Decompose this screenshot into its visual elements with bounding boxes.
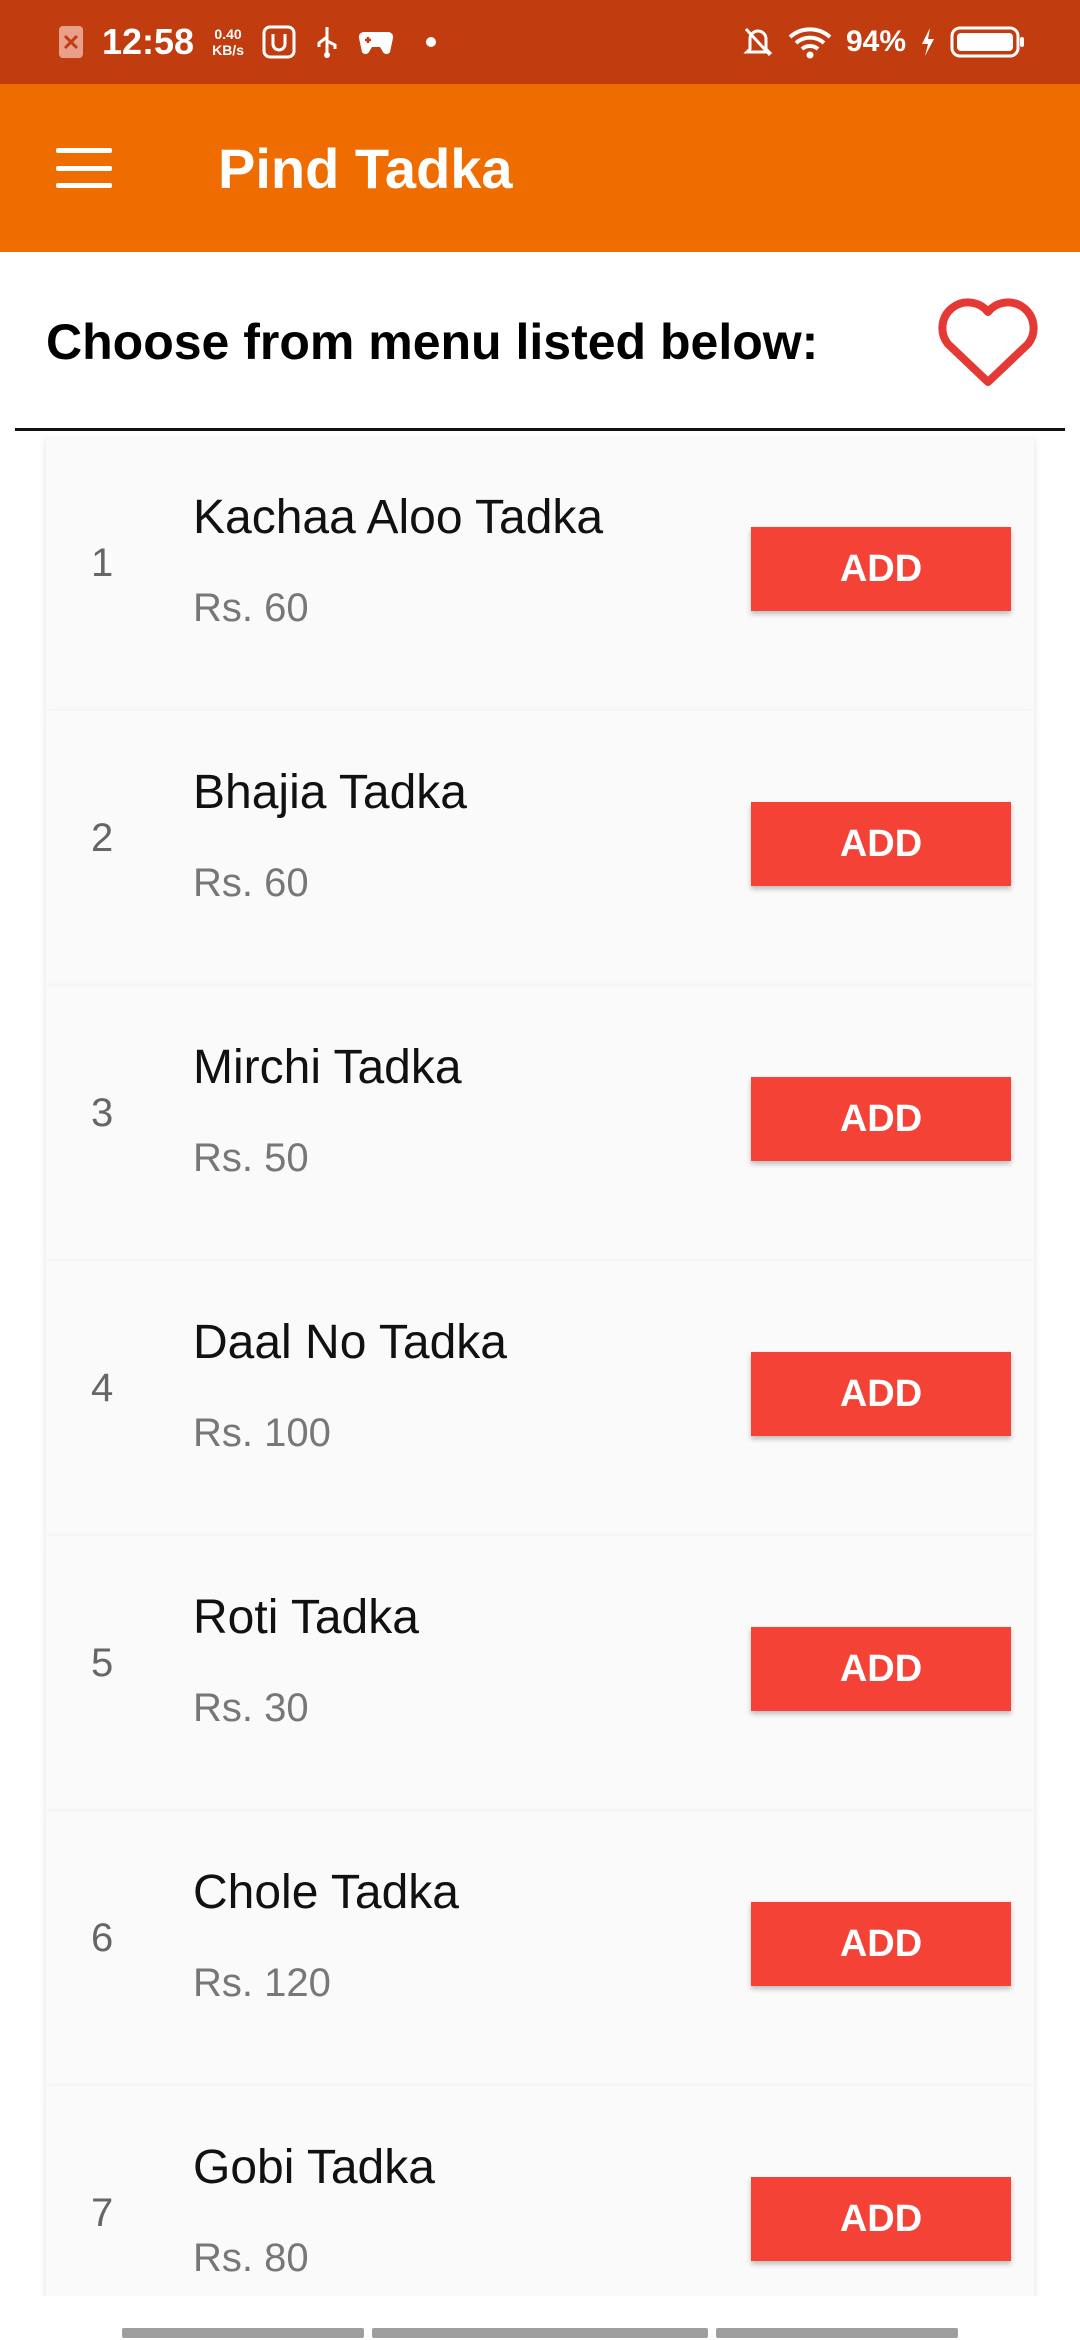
- item-number: 5: [91, 1641, 114, 1685]
- add-button[interactable]: ADD: [751, 1352, 1011, 1436]
- network-speed-value: 0.40: [214, 26, 242, 42]
- bottom-scroll-indicator: [0, 2328, 1080, 2340]
- indicator-segment: [372, 2328, 708, 2338]
- mute-bell-icon: [743, 27, 773, 57]
- battery-percent: 94%: [845, 25, 906, 58]
- item-number: 3: [91, 1091, 114, 1135]
- indicator-segment: [716, 2328, 958, 2338]
- add-button[interactable]: ADD: [751, 802, 1011, 886]
- status-right: 94%: [728, 25, 1026, 59]
- hamburger-menu-icon[interactable]: [56, 148, 112, 188]
- item-number: 4: [91, 1366, 114, 1410]
- network-speed: 0.40 KB/s: [212, 26, 244, 58]
- item-name: Bhajia Tadka: [193, 766, 467, 819]
- item-name: Gobi Tadka: [193, 2141, 435, 2194]
- list-item: 1 Kachaa Aloo Tadka Rs. 60 ADD: [46, 436, 1034, 736]
- status-bar: 12:58 0.40 KB/s 94%: [0, 0, 1080, 84]
- gamepad-icon: [358, 31, 394, 55]
- wifi-icon: [788, 27, 832, 59]
- item-name: Mirchi Tadka: [193, 1041, 462, 1094]
- app-title: Pind Tadka: [218, 136, 513, 200]
- network-speed-unit: KB/s: [212, 42, 244, 58]
- item-name: Roti Tadka: [193, 1591, 419, 1644]
- usb-settings-icon: [262, 25, 296, 59]
- charging-bolt-icon: [922, 28, 934, 56]
- add-button[interactable]: ADD: [751, 527, 1011, 611]
- usb-icon: [317, 27, 337, 58]
- item-price: Rs. 30: [193, 1686, 309, 1730]
- more-notifications-dot: [425, 37, 436, 47]
- battery-icon: [950, 26, 1024, 58]
- list-item: 7 Gobi Tadka Rs. 80 ADD: [46, 2086, 1034, 2296]
- item-name: Kachaa Aloo Tadka: [193, 491, 604, 544]
- list-item: 3 Mirchi Tadka Rs. 50 ADD: [46, 986, 1034, 1286]
- add-button[interactable]: ADD: [751, 1627, 1011, 1711]
- item-price: Rs. 100: [193, 1411, 331, 1455]
- item-price: Rs. 60: [193, 861, 309, 905]
- list-item: 5 Roti Tadka Rs. 30 ADD: [46, 1536, 1034, 1836]
- app-bar: Pind Tadka: [0, 84, 1080, 252]
- item-number: 6: [91, 1916, 114, 1960]
- indicator-segment: [122, 2328, 364, 2338]
- status-left: 12:58 0.40 KB/s: [58, 21, 454, 63]
- list-item: 4 Daal No Tadka Rs. 100 ADD: [46, 1261, 1034, 1561]
- add-button[interactable]: ADD: [751, 1077, 1011, 1161]
- header-divider: [15, 428, 1065, 431]
- menu-instruction: Choose from menu listed below:: [46, 314, 819, 370]
- menu-header: Choose from menu listed below:: [0, 252, 1080, 432]
- item-number: 2: [91, 816, 114, 860]
- heart-outline-icon[interactable]: [934, 292, 1042, 392]
- item-price: Rs. 50: [193, 1136, 309, 1180]
- item-number: 1: [91, 541, 114, 585]
- item-name: Chole Tadka: [193, 1866, 459, 1919]
- menu-list[interactable]: 1 Kachaa Aloo Tadka Rs. 60 ADD 2 Bhajia …: [0, 436, 1080, 2296]
- item-name: Daal No Tadka: [193, 1316, 507, 1369]
- add-button[interactable]: ADD: [751, 2177, 1011, 2261]
- status-time: 12:58: [102, 21, 195, 62]
- item-price: Rs. 120: [193, 1961, 331, 2005]
- item-number: 7: [91, 2191, 114, 2235]
- item-price: Rs. 60: [193, 586, 309, 630]
- notification-close-icon: [59, 26, 83, 58]
- list-item: 6 Chole Tadka Rs. 120 ADD: [46, 1811, 1034, 2111]
- list-item: 2 Bhajia Tadka Rs. 60 ADD: [46, 711, 1034, 1011]
- item-price: Rs. 80: [193, 2236, 309, 2280]
- add-button[interactable]: ADD: [751, 1902, 1011, 1986]
